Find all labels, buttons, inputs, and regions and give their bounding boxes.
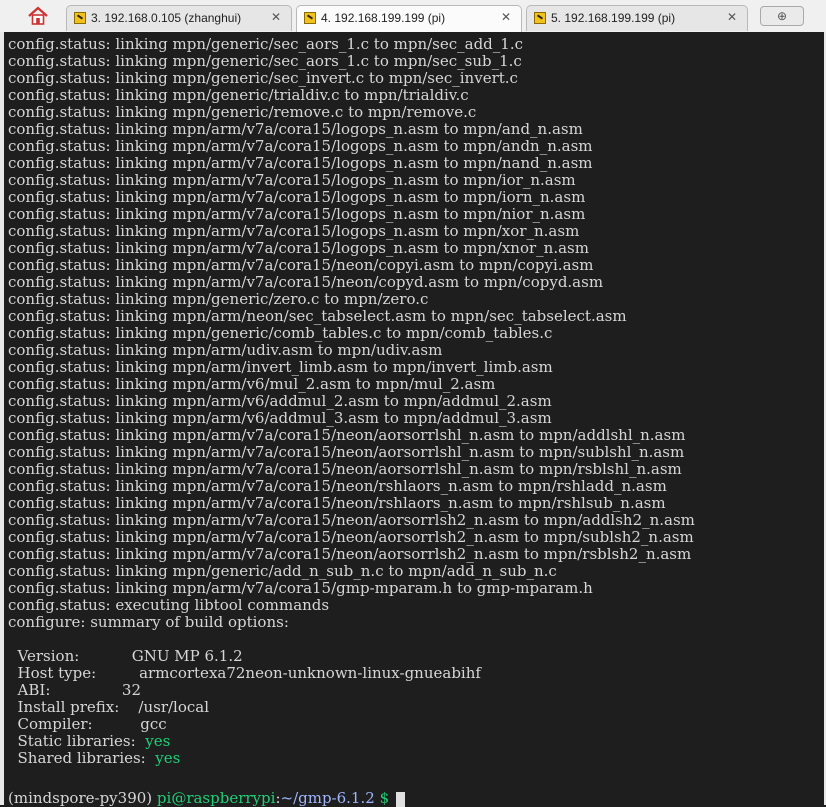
home-icon[interactable] <box>24 4 52 28</box>
terminal-line: config.status: linking mpn/arm/v7a/cora1… <box>8 120 583 138</box>
terminal-line: config.status: linking mpn/generic/trial… <box>8 86 469 104</box>
terminal-line: config.status: linking mpn/arm/v7a/cora1… <box>8 273 604 291</box>
terminal-line: config.status: linking mpn/generic/sec_a… <box>8 35 523 53</box>
new-tab-button[interactable]: ⊕ <box>760 6 804 26</box>
text-cursor <box>395 791 405 807</box>
summary-row: Static libraries: yes <box>8 733 695 750</box>
terminal-line: config.status: linking mpn/arm/v7a/cora1… <box>8 477 667 495</box>
terminal-line: config.status: linking mpn/arm/v7a/cora1… <box>8 205 586 223</box>
terminal-line: config.status: executing libtool command… <box>8 596 330 614</box>
summary-row: Compiler: gcc <box>8 716 695 733</box>
terminal-line: config.status: linking mpn/arm/v7a/cora1… <box>8 443 685 461</box>
summary-value: gcc <box>140 715 167 733</box>
terminal-icon <box>74 12 86 24</box>
summary-key: Shared libraries: <box>8 749 156 767</box>
prompt-env: (mindspore-py390) <box>8 789 157 807</box>
summary-row: Shared libraries: yes <box>8 750 695 767</box>
terminal-line: config.status: linking mpn/arm/v7a/cora1… <box>8 579 593 597</box>
tab-session-4[interactable]: 4. 192.168.199.199 (pi) ✕ <box>296 5 522 32</box>
shell-prompt[interactable]: (mindspore-py390) pi@raspberrypi:~/gmp-6… <box>8 790 695 807</box>
tab-label: 5. 192.168.199.199 (pi) <box>551 11 676 25</box>
summary-key: ABI: <box>8 681 122 699</box>
terminal-pane[interactable]: config.status: linking mpn/generic/sec_a… <box>0 32 826 807</box>
terminal-line: config.status: linking mpn/generic/add_n… <box>8 562 557 580</box>
summary-value: yes <box>145 732 171 750</box>
summary-row: ABI: 32 <box>8 682 695 699</box>
terminal-line: config.status: linking mpn/arm/v7a/cora1… <box>8 511 695 529</box>
terminal-line: config.status: linking mpn/arm/v7a/cora1… <box>8 222 580 240</box>
terminal-line: config.status: linking mpn/arm/v7a/cora1… <box>8 528 694 546</box>
terminal-line: config.status: linking mpn/arm/neon/sec_… <box>8 307 627 325</box>
terminal-icon <box>304 12 316 24</box>
tab-session-3[interactable]: 3. 192.168.0.105 (zhanghui) ✕ <box>66 5 292 31</box>
terminal-line: config.status: linking mpn/arm/v7a/cora1… <box>8 494 666 512</box>
terminal-line: config.status: linking mpn/arm/v7a/cora1… <box>8 426 686 444</box>
summary-key: Install prefix: <box>8 698 139 716</box>
summary-key: Compiler: <box>8 715 141 733</box>
terminal-line: config.status: linking mpn/arm/v6/mul_2.… <box>8 375 496 393</box>
tab-label: 4. 192.168.199.199 (pi) <box>321 11 446 25</box>
terminal-line: config.status: linking mpn/generic/comb_… <box>8 324 553 342</box>
tab-label: 3. 192.168.0.105 (zhanghui) <box>91 11 242 25</box>
terminal-line: configure: summary of build options: <box>8 613 289 631</box>
terminal-line: config.status: linking mpn/arm/v7a/cora1… <box>8 188 586 206</box>
summary-row: Version: GNU MP 6.1.2 <box>8 648 695 665</box>
terminal-line: config.status: linking mpn/arm/v7a/cora1… <box>8 154 593 172</box>
summary-key: Static libraries: <box>8 732 146 750</box>
prompt-userhost: pi@raspberrypi <box>156 789 276 807</box>
terminal-line: config.status: linking mpn/arm/v7a/cora1… <box>8 256 594 274</box>
terminal-line: config.status: linking mpn/generic/zero.… <box>8 290 429 308</box>
summary-value: GNU MP 6.1.2 <box>131 647 243 665</box>
terminal-line: config.status: linking mpn/generic/remov… <box>8 103 477 121</box>
summary-value: yes <box>155 749 181 767</box>
summary-key: Host type: <box>8 664 140 682</box>
summary-row: Host type: armcortexa72neon-unknown-linu… <box>8 665 695 682</box>
prompt-path: ~/gmp-6.1.2 <box>280 789 375 807</box>
summary-value: /usr/local <box>138 698 210 716</box>
terminal-icon <box>534 12 546 24</box>
summary-value: armcortexa72neon-unknown-linux-gnueabihf <box>139 664 481 682</box>
terminal-line: config.status: linking mpn/arm/v7a/cora1… <box>8 545 692 563</box>
summary-value: 32 <box>121 681 141 699</box>
terminal-line: config.status: linking mpn/arm/v7a/cora1… <box>8 137 593 155</box>
summary-row: Install prefix: /usr/local <box>8 699 695 716</box>
terminal-line: config.status: linking mpn/arm/v6/addmul… <box>8 409 552 427</box>
tab-session-5[interactable]: 5. 192.168.199.199 (pi) ✕ <box>526 5 748 31</box>
terminal-output: config.status: linking mpn/generic/sec_a… <box>8 36 695 807</box>
summary-key: Version: <box>8 647 132 665</box>
close-icon[interactable]: ✕ <box>501 10 511 24</box>
close-icon[interactable]: ✕ <box>727 10 737 24</box>
plus-icon: ⊕ <box>776 9 788 23</box>
terminal-line: config.status: linking mpn/arm/invert_li… <box>8 358 553 376</box>
terminal-line: config.status: linking mpn/generic/sec_i… <box>8 69 518 87</box>
terminal-line: config.status: linking mpn/arm/v7a/cora1… <box>8 239 589 257</box>
tab-bar: 3. 192.168.0.105 (zhanghui) ✕ 4. 192.168… <box>0 0 826 33</box>
terminal-line: config.status: linking mpn/arm/v6/addmul… <box>8 392 552 410</box>
terminal-line: config.status: linking mpn/arm/udiv.asm … <box>8 341 443 359</box>
terminal-line: config.status: linking mpn/generic/sec_a… <box>8 52 522 70</box>
close-icon[interactable]: ✕ <box>271 10 281 24</box>
terminal-line: config.status: linking mpn/arm/v7a/cora1… <box>8 460 682 478</box>
prompt-dollar: $ <box>374 789 394 807</box>
terminal-line: config.status: linking mpn/arm/v7a/cora1… <box>8 171 576 189</box>
